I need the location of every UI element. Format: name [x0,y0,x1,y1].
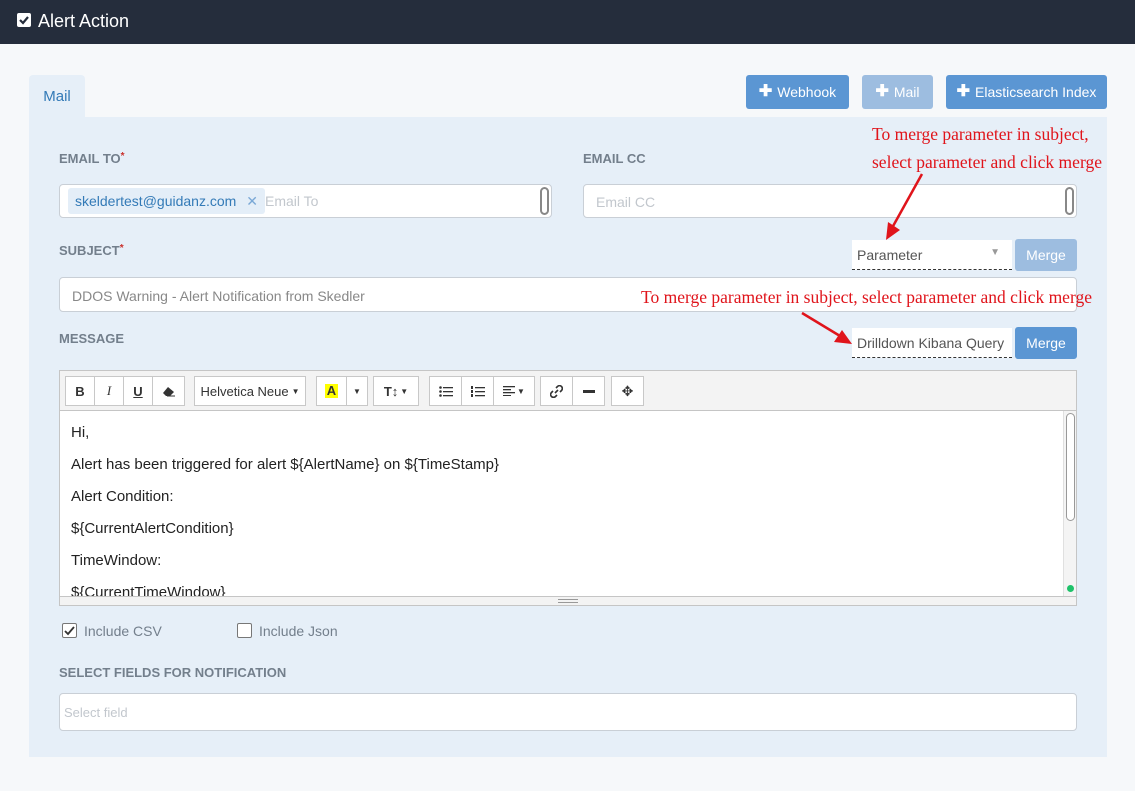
resize-handle[interactable] [1065,187,1074,215]
remove-tag-icon[interactable]: ✕ [246,193,258,210]
status-dot-icon [1067,585,1074,592]
ordered-list-icon[interactable] [461,376,494,406]
editor-line: ${CurrentAlertCondition} [71,520,234,537]
editor-scrollbar[interactable] [1063,411,1076,597]
message-merge-button[interactable]: Merge [1015,327,1077,359]
email-cc-label: EMAIL CC [583,151,646,166]
highlight-color-icon[interactable]: A [316,376,347,406]
subject-merge-button[interactable]: Merge [1015,239,1077,271]
email-tag: skeldertest@guidanz.com ✕ [68,188,266,214]
message-editor[interactable]: Hi, Alert has been triggered for alert $… [59,410,1077,606]
annotation-subject-line1: To merge parameter in subject, [872,124,1089,144]
editor-line: Hi, [71,424,90,441]
underline-icon[interactable]: U [123,376,153,406]
italic-icon[interactable]: I [94,376,124,406]
subject-parameter-select[interactable]: Parameter ▼ [852,240,1012,270]
bold-icon[interactable]: B [65,376,95,406]
include-json-label: Include Json [259,623,338,639]
button-label: Webhook [777,84,837,100]
font-size-icon[interactable]: T↕ ▼ [373,376,419,406]
required-marker: * [120,151,125,162]
annotation-arrow-icon [886,173,924,240]
plus-icon: ✚ [875,83,889,100]
page-title: Alert Action [38,11,130,31]
include-csv-checkbox[interactable] [62,623,77,638]
email-to-placeholder: Email To [265,193,319,209]
header-bar: Alert Action [0,0,1135,44]
plus-icon: ✚ [956,83,970,100]
editor-line: Alert Condition: [71,488,174,505]
link-icon[interactable] [540,376,573,406]
message-parameter-select[interactable]: Drilldown Kibana Query [852,328,1012,358]
scrollbar-thumb[interactable] [1066,413,1075,521]
color-caret-icon[interactable]: ▼ [346,376,368,406]
subject-label: SUBJECT* [59,243,124,258]
move-icon[interactable]: ✥ [611,376,644,406]
chevron-down-icon: ▼ [990,247,1000,258]
email-cc-field[interactable]: Email CC [583,184,1077,218]
checkbox-icon[interactable] [17,13,31,27]
unordered-list-icon[interactable] [429,376,462,406]
email-to-field[interactable]: skeldertest@guidanz.com ✕ Email To [59,184,552,218]
add-elasticsearch-index-button[interactable]: ✚ Elasticsearch Index [946,75,1107,109]
email-cc-placeholder: Email CC [596,194,656,210]
check-icon [64,626,75,636]
editor-line: TimeWindow: [71,552,162,569]
horizontal-rule-icon[interactable] [572,376,605,406]
font-family-value: Helvetica Neue [200,383,289,399]
resize-handle[interactable] [540,187,549,215]
message-label: MESSAGE [59,331,125,346]
include-json-checkbox[interactable] [237,623,252,638]
add-mail-button[interactable]: ✚ Mail [862,75,933,109]
email-tag-label: skeldertest@guidanz.com [75,193,237,209]
select-field-placeholder: Select field [64,705,128,720]
subject-parameter-value: Parameter [857,247,923,263]
add-webhook-button[interactable]: ✚ Webhook [746,75,849,109]
annotation-arrow-icon [801,311,852,344]
editor-line: Alert has been triggered for alert ${Ale… [71,456,500,473]
eraser-icon[interactable] [152,376,185,406]
button-label: Elasticsearch Index [975,84,1097,100]
include-csv-label: Include CSV [84,623,162,639]
subject-value: DDOS Warning - Alert Notification from S… [72,288,365,304]
font-family-dropdown[interactable]: Helvetica Neue ▼ [194,376,306,406]
required-marker: * [119,243,124,254]
tab-mail[interactable]: Mail [29,75,85,117]
select-field-input[interactable]: Select field [59,693,1077,731]
email-to-label: EMAIL TO* [59,151,125,166]
plus-icon: ✚ [758,83,773,100]
button-label: Mail [893,84,920,100]
message-parameter-value: Drilldown Kibana Query [857,335,1005,351]
caret-down-icon: ▼ [291,386,300,396]
annotation-message: To merge parameter in subject, select pa… [641,287,1092,307]
select-fields-label: SELECT FIELDS FOR NOTIFICATION [59,665,287,680]
align-dropdown-icon[interactable]: ▼ [493,376,535,406]
editor-toolbar: B I U Helvetica Neue ▼ A ▼ T↕ ▼ ▼ ✥ [59,370,1077,411]
editor-resize-handle[interactable] [60,596,1076,605]
